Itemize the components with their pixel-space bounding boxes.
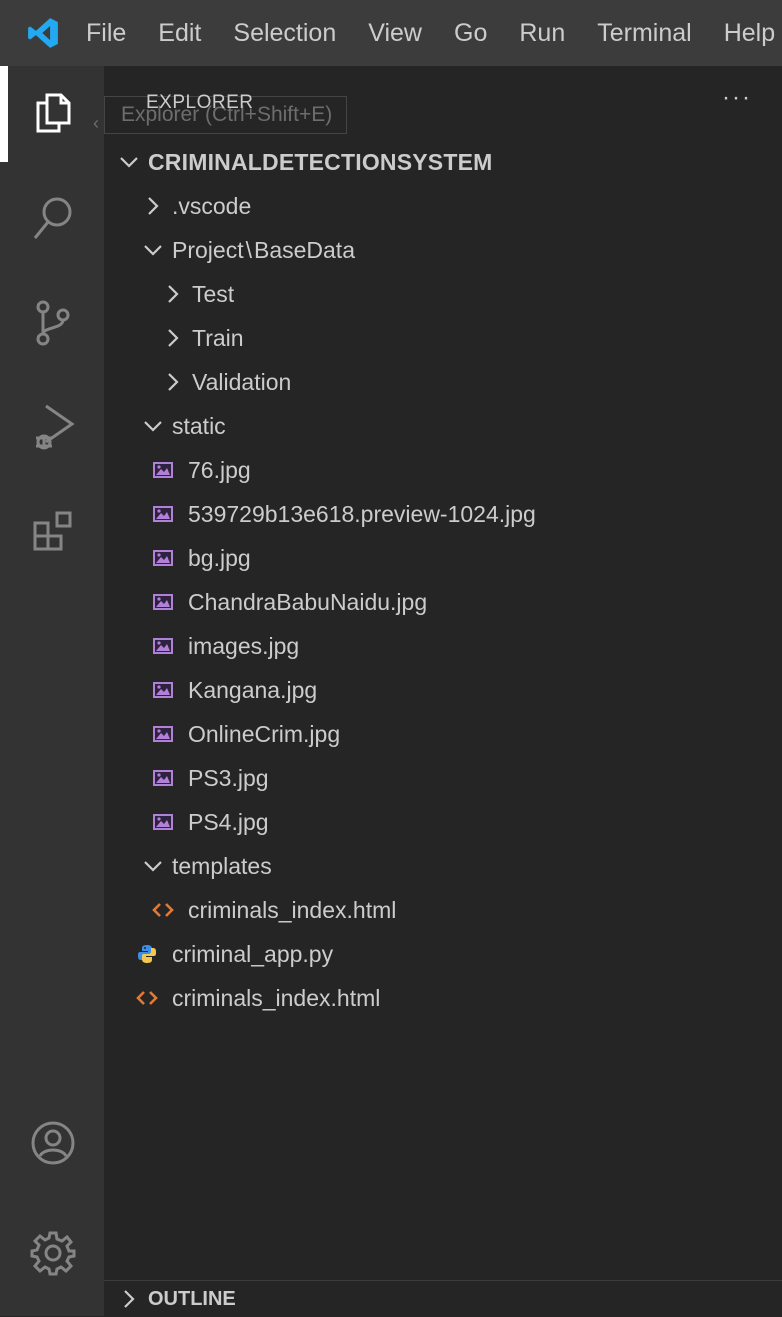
tree-file-item[interactable]: PS4.jpg	[104, 800, 782, 844]
tree-file-item[interactable]: OnlineCrim.jpg	[104, 712, 782, 756]
tree-folder-item[interactable]: Project \ BaseData	[104, 228, 782, 272]
file-label: 539729b13e618.preview-1024.jpg	[188, 500, 536, 527]
tree-folder-item[interactable]: Train	[104, 316, 782, 360]
chevron-right-icon	[162, 284, 184, 304]
outline-label: OUTLINE	[148, 1287, 236, 1310]
python-file-icon	[136, 943, 158, 965]
chevron-right-icon	[162, 372, 184, 392]
chevron-right-icon	[162, 328, 184, 348]
active-indicator	[0, 66, 8, 162]
tree-folder-item[interactable]: .vscode	[104, 184, 782, 228]
image-file-icon	[152, 591, 174, 613]
explorer-icon[interactable]	[26, 86, 80, 140]
explorer-sidebar: ‹ Explorer (Ctrl+Shift+E) EXPLORER ··· C…	[93, 66, 782, 1317]
menu-file[interactable]: File	[86, 19, 126, 48]
tree-file-item[interactable]: criminals_index.html	[104, 976, 782, 1020]
tree-file-item[interactable]: PS3.jpg	[104, 756, 782, 800]
tree-folder-item[interactable]: Validation	[104, 360, 782, 404]
folder-label: Train	[192, 324, 244, 351]
file-label: images.jpg	[188, 632, 300, 659]
file-label: criminals_index.html	[172, 984, 381, 1011]
image-file-icon	[152, 723, 174, 745]
chevron-down-icon	[118, 155, 140, 169]
tree-file-item[interactable]: bg.jpg	[104, 536, 782, 580]
file-label: ChandraBabuNaidu.jpg	[188, 588, 428, 615]
chevron-down-icon	[142, 419, 164, 433]
explorer-header: EXPLORER	[146, 92, 254, 113]
menu-view[interactable]: View	[368, 19, 422, 48]
extensions-icon[interactable]	[26, 504, 80, 558]
chevron-right-icon	[118, 1289, 140, 1309]
menu-help[interactable]: Help	[724, 19, 775, 48]
run-debug-icon[interactable]	[26, 400, 80, 454]
chevron-down-icon	[142, 243, 164, 257]
tree-file-item[interactable]: images.jpg	[104, 624, 782, 668]
file-label: OnlineCrim.jpg	[188, 720, 341, 747]
menu-edit[interactable]: Edit	[158, 19, 201, 48]
tree-file-item[interactable]: criminal_app.py	[104, 932, 782, 976]
tree-file-item[interactable]: criminals_index.html	[104, 888, 782, 932]
image-file-icon	[152, 811, 174, 833]
file-label: bg.jpg	[188, 544, 251, 571]
tree-file-item[interactable]: Kangana.jpg	[104, 668, 782, 712]
root-folder-label: CRIMINALDETECTIONSYSTEM	[148, 148, 493, 175]
chevron-right-icon	[142, 196, 164, 216]
file-label: 76.jpg	[188, 456, 251, 483]
search-icon[interactable]	[26, 192, 80, 246]
image-file-icon	[152, 547, 174, 569]
folder-label-compact: BaseData	[253, 236, 355, 263]
menu-run[interactable]: Run	[519, 19, 565, 48]
menu-go[interactable]: Go	[454, 19, 487, 48]
accounts-icon[interactable]	[26, 1116, 80, 1170]
vscode-logo-icon	[26, 13, 60, 53]
tree-folder-item[interactable]: static	[104, 404, 782, 448]
tree-file-item[interactable]: 539729b13e618.preview-1024.jpg	[104, 492, 782, 536]
menu-terminal[interactable]: Terminal	[597, 19, 691, 48]
outline-section-header[interactable]: OUTLINE	[104, 1280, 782, 1317]
image-file-icon	[152, 459, 174, 481]
tooltip-arrow-icon: ‹	[93, 113, 99, 133]
html-file-icon	[136, 987, 158, 1009]
tree-file-item[interactable]: 76.jpg	[104, 448, 782, 492]
folder-label: .vscode	[172, 192, 252, 219]
file-label: criminal_app.py	[172, 940, 334, 967]
source-control-icon[interactable]	[26, 296, 80, 350]
image-file-icon	[152, 635, 174, 657]
folder-label: Project	[172, 236, 244, 263]
file-label: criminals_index.html	[188, 896, 397, 923]
html-file-icon	[152, 899, 174, 921]
tree-file-item[interactable]: ChandraBabuNaidu.jpg	[104, 580, 782, 624]
file-label: PS4.jpg	[188, 808, 269, 835]
manage-gear-icon[interactable]	[26, 1226, 80, 1280]
folder-label: Validation	[192, 368, 292, 395]
menu-bar: File Edit Selection View Go Run Terminal…	[0, 0, 782, 66]
activity-bar	[0, 66, 104, 1316]
folder-label: Test	[192, 280, 235, 307]
image-file-icon	[152, 679, 174, 701]
image-file-icon	[152, 767, 174, 789]
tree-folder-item[interactable]: Test	[104, 272, 782, 316]
file-label: PS3.jpg	[188, 764, 269, 791]
folder-label: templates	[172, 852, 272, 879]
tree-root-folder[interactable]: CRIMINALDETECTIONSYSTEM	[104, 140, 782, 184]
folder-label: static	[172, 412, 226, 439]
file-label: Kangana.jpg	[188, 676, 318, 703]
tree-folder-item[interactable]: templates	[104, 844, 782, 888]
more-actions-button[interactable]: ···	[722, 84, 752, 112]
menu-selection[interactable]: Selection	[233, 19, 336, 48]
chevron-down-icon	[142, 859, 164, 873]
path-separator: \	[245, 236, 252, 263]
image-file-icon	[152, 503, 174, 525]
